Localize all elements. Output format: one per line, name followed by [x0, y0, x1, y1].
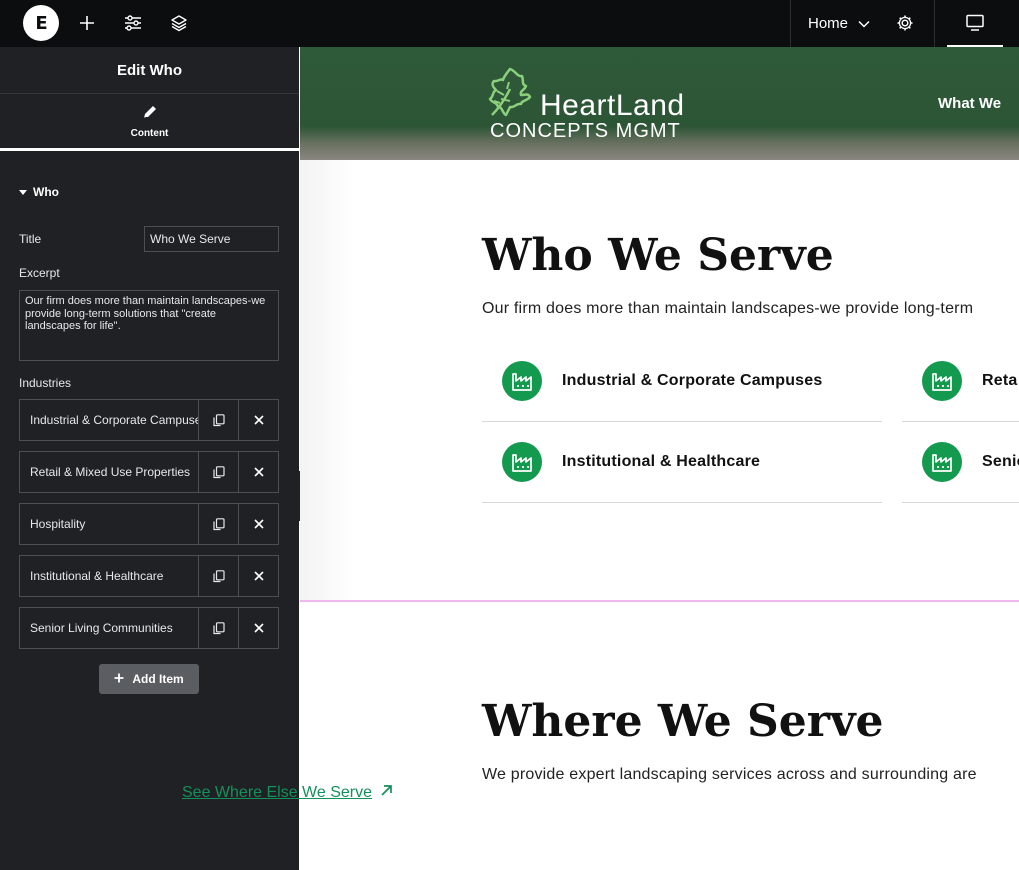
repeater-item-label[interactable]: Hospitality [20, 504, 198, 544]
repeater-item[interactable]: Hospitality [19, 503, 279, 545]
industry-label: Institutional & Healthcare [562, 453, 761, 470]
plus-icon[interactable] [76, 12, 98, 34]
toolbar-divider [790, 0, 791, 47]
page-selector-label: Home [808, 15, 849, 32]
duplicate-icon[interactable] [198, 608, 238, 648]
industry-card: Institutional & Healthcare [482, 422, 882, 503]
gear-icon[interactable] [894, 12, 916, 34]
industry-label: Industrial & Corporate Campuses [562, 372, 823, 389]
close-icon[interactable] [238, 556, 278, 596]
excerpt-label: Excerpt [19, 266, 60, 280]
where-lead-text: We provide expert landscaping services a… [482, 766, 977, 783]
excerpt-textarea[interactable]: Our firm does more than maintain landsca… [19, 290, 279, 361]
duplicate-icon[interactable] [198, 504, 238, 544]
section-title: Who [33, 185, 59, 199]
duplicate-icon[interactable] [198, 400, 238, 440]
section-divider [300, 600, 1019, 602]
elementor-logo[interactable]: E [23, 5, 59, 41]
factory-icon [922, 442, 962, 482]
factory-icon [922, 361, 962, 401]
close-icon[interactable] [238, 452, 278, 492]
title-input[interactable] [144, 226, 279, 252]
panel-title: Edit Who [0, 47, 299, 94]
section-toggle-who[interactable]: Who [19, 185, 59, 199]
repeater-item-label[interactable]: Retail & Mixed Use Properties [20, 452, 198, 492]
chevron-down-icon [858, 15, 870, 32]
nav-item-what-we[interactable]: What We [938, 95, 1001, 112]
repeater-item[interactable]: Industrial & Corporate Campuses [19, 399, 279, 441]
factory-icon [502, 442, 542, 482]
arrow-up-right-icon [380, 784, 393, 802]
section-edge [300, 160, 355, 600]
brand-name: HeartLand [540, 89, 685, 122]
caret-down-icon [19, 189, 27, 195]
plus-icon [114, 672, 124, 686]
pencil-icon [142, 104, 158, 123]
sliders-icon[interactable] [122, 12, 144, 34]
brand-subtitle: CONCEPTS MGMT [490, 120, 681, 142]
page-preview: HeartLand CONCEPTS MGMT What We Who We S… [300, 47, 1019, 870]
repeater-item[interactable]: Institutional & Healthcare [19, 555, 279, 597]
repeater-item-label[interactable]: Senior Living Communities [20, 608, 198, 648]
industry-card: Senio [902, 422, 1019, 503]
add-item-label: Add Item [132, 672, 184, 686]
tab-content[interactable]: Content [0, 94, 299, 151]
duplicate-icon[interactable] [198, 556, 238, 596]
toolbar-divider [934, 0, 935, 47]
factory-icon [502, 361, 542, 401]
industry-label: Reta [982, 372, 1018, 389]
tab-content-label: Content [130, 127, 169, 139]
who-lead-text: Our firm does more than maintain landsca… [482, 300, 974, 317]
close-icon[interactable] [238, 504, 278, 544]
duplicate-icon[interactable] [198, 452, 238, 492]
industry-label: Senio [982, 453, 1019, 470]
where-heading: Where We Serve [482, 696, 884, 747]
top-bar: E Home [0, 0, 1019, 47]
close-icon[interactable] [238, 608, 278, 648]
page-selector[interactable]: Home [808, 0, 870, 47]
repeater-item[interactable]: Senior Living Communities [19, 607, 279, 649]
see-where-link-label: See Where Else We Serve [182, 784, 373, 801]
site-header: HeartLand CONCEPTS MGMT What We [300, 47, 1019, 160]
editor-panel: Edit Who Content Who Title Excerpt Our f… [0, 47, 299, 870]
see-where-link[interactable]: See Where Else We Serve [182, 784, 393, 802]
repeater-item-label[interactable]: Institutional & Healthcare [20, 556, 198, 596]
who-heading: Who We Serve [482, 230, 834, 281]
close-icon[interactable] [238, 400, 278, 440]
title-label: Title [19, 232, 42, 246]
repeater-item[interactable]: Retail & Mixed Use Properties [19, 451, 279, 493]
industries-label: Industries [19, 376, 72, 390]
elementor-logo-mark: E [35, 12, 47, 34]
desktop-icon[interactable] [947, 0, 1003, 47]
layers-icon[interactable] [168, 12, 190, 34]
industry-card: Industrial & Corporate Campuses [482, 341, 882, 422]
industry-card: Reta [902, 341, 1019, 422]
repeater-item-label[interactable]: Industrial & Corporate Campuses [20, 400, 198, 440]
add-item-button[interactable]: Add Item [99, 664, 199, 694]
